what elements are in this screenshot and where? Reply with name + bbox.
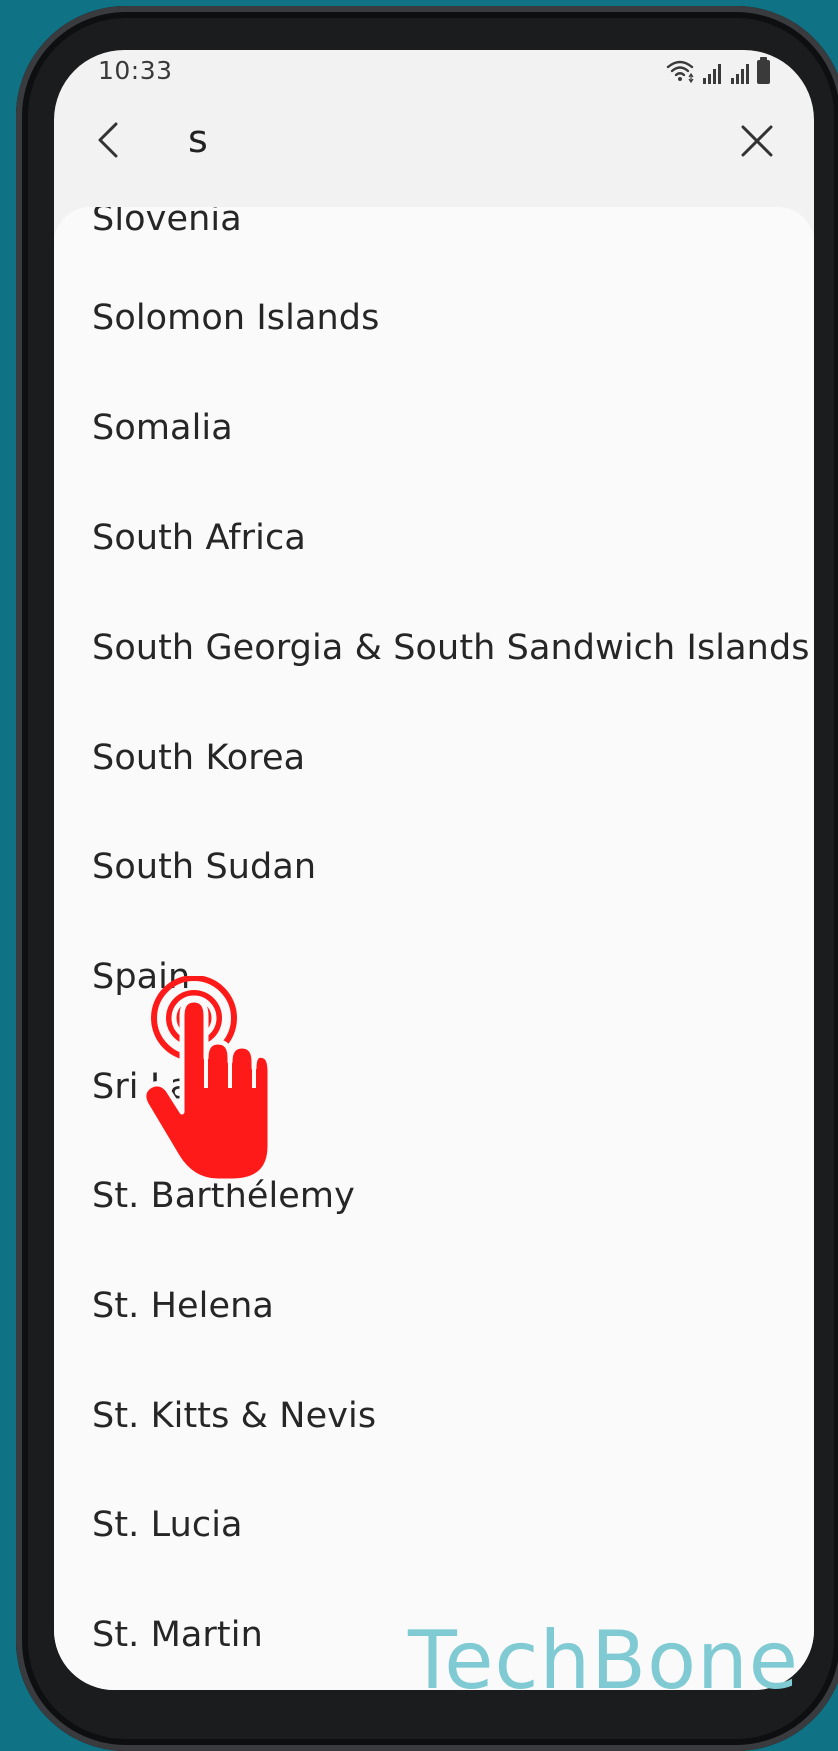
status-icons bbox=[665, 56, 770, 84]
list-item[interactable]: South Georgia & South Sandwich Islands bbox=[92, 628, 810, 668]
list-item[interactable]: Slovenia bbox=[92, 207, 242, 239]
search-bar: s bbox=[54, 90, 814, 210]
status-time: 10:33 bbox=[98, 56, 173, 85]
country-list[interactable]: Slovenia Solomon Islands Somalia South A… bbox=[54, 207, 814, 1690]
wifi-icon bbox=[666, 60, 694, 84]
close-icon[interactable] bbox=[740, 124, 774, 158]
status-bar: 10:33 bbox=[54, 50, 814, 90]
list-item[interactable]: St. Lucia bbox=[92, 1505, 243, 1545]
list-item[interactable]: South Sudan bbox=[92, 847, 316, 887]
list-item[interactable]: St. Martin bbox=[92, 1615, 263, 1655]
list-item[interactable]: St. Helena bbox=[92, 1286, 274, 1326]
list-item[interactable]: Solomon Islands bbox=[92, 298, 379, 338]
signal-icon bbox=[731, 64, 749, 84]
list-item[interactable]: Somalia bbox=[92, 408, 233, 448]
list-item[interactable]: St. Kitts & Nevis bbox=[92, 1396, 376, 1436]
phone-screen: 10:33 s Slovenia Solomon Islands Somalia… bbox=[54, 50, 814, 1690]
list-item[interactable]: South Korea bbox=[92, 738, 305, 778]
battery-icon bbox=[757, 57, 770, 84]
touch-hand-icon bbox=[142, 976, 272, 1184]
search-input[interactable]: s bbox=[188, 117, 208, 161]
chevron-left-icon[interactable] bbox=[90, 120, 130, 160]
techbone-watermark: TechBone bbox=[408, 1614, 799, 1707]
list-item[interactable]: South Africa bbox=[92, 518, 306, 558]
signal-icon bbox=[703, 64, 721, 84]
